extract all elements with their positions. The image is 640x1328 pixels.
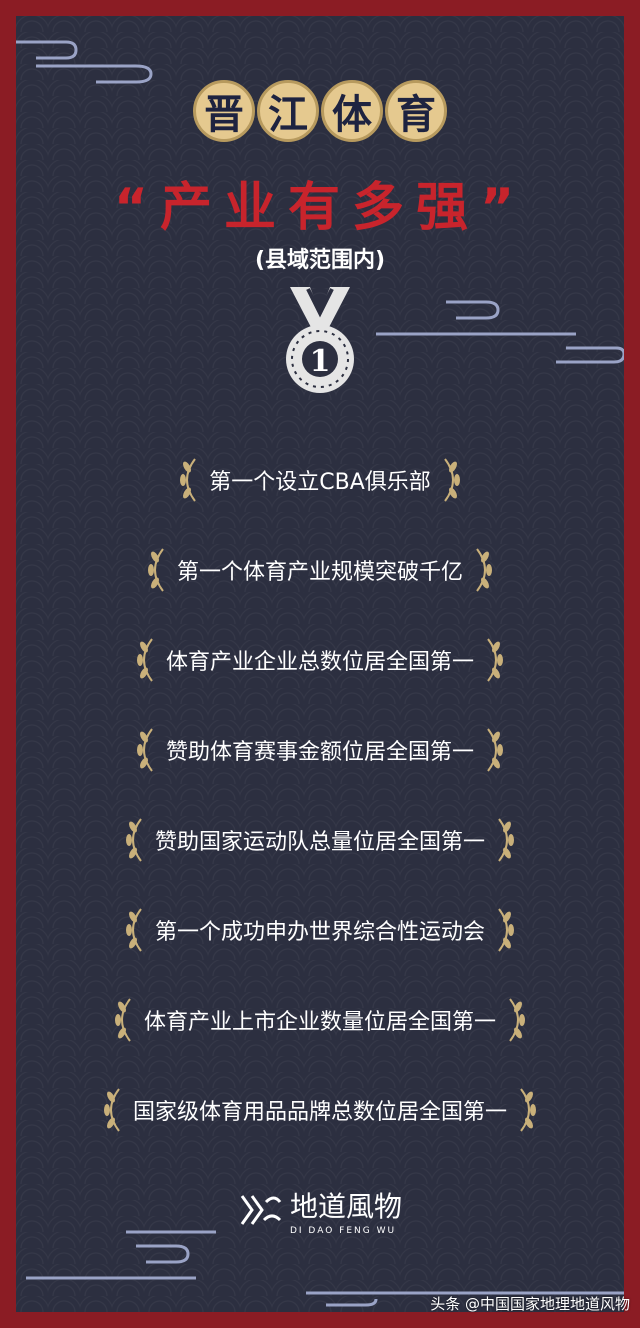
brand-pinyin: DI DAO FENG WU <box>289 1226 397 1236</box>
laurel-right-icon <box>476 548 492 592</box>
medal-icon: 1 <box>286 287 354 393</box>
laurel-left-icon <box>180 458 197 502</box>
achievement-label: 第一个设立CBA俱乐部 <box>209 470 431 495</box>
brand-mark-icon <box>240 1195 282 1225</box>
laurel-right-icon <box>443 458 460 502</box>
laurel-left-icon <box>125 908 142 952</box>
achievement-item-1: 第一个设立CBA俱乐部 <box>0 452 640 508</box>
achievement-label: 国家级体育用品品牌总数位居全国第一 <box>132 1100 507 1125</box>
achievement-label: 赞助体育赛事金额位居全国第一 <box>165 740 474 765</box>
title-char-3: 体 <box>321 80 383 142</box>
medal-number: 1 <box>310 344 331 379</box>
cloud-decoration-right <box>376 300 624 364</box>
achievement-item-4: 赞助体育赛事金额位居全国第一 <box>0 722 640 778</box>
laurel-left-icon <box>136 728 153 772</box>
source-watermark: 头条 @中国国家地理地道风物 <box>430 1295 630 1313</box>
achievement-label: 体育产业企业总数位居全国第一 <box>165 650 474 675</box>
laurel-right-icon <box>487 728 503 772</box>
achievement-label: 第一个体育产业规模突破千亿 <box>176 560 463 585</box>
cloud-decoration-top-left <box>16 40 153 84</box>
laurel-left-icon <box>136 638 153 682</box>
title-char-1: 晋 <box>193 80 255 142</box>
achievement-item-8: 国家级体育用品品牌总数位居全国第一 <box>0 1082 640 1138</box>
achievement-item-7: 体育产业上市企业数量位居全国第一 <box>0 992 640 1048</box>
laurel-left-icon <box>114 998 131 1042</box>
achievement-label: 体育产业上市企业数量位居全国第一 <box>143 1010 496 1035</box>
title-char-2: 江 <box>257 80 319 142</box>
laurel-right-icon <box>509 998 525 1042</box>
laurel-left-icon <box>147 548 164 592</box>
achievement-item-3: 体育产业企业总数位居全国第一 <box>0 632 640 688</box>
laurel-right-icon <box>498 818 514 862</box>
brand-name: 地道風物 <box>289 1190 402 1223</box>
achievement-item-6: 第一个成功申办世界综合性运动会 <box>0 902 640 958</box>
brand-logo: 地道風物 DI DAO FENG WU <box>0 1190 640 1236</box>
laurel-left-icon <box>103 1088 120 1132</box>
achievement-item-2: 第一个体育产业规模突破千亿 <box>0 542 640 598</box>
laurel-right-icon <box>487 638 503 682</box>
laurel-left-icon <box>125 818 142 862</box>
laurel-right-icon <box>498 908 514 952</box>
subtitle: “产业有多强” <box>113 178 527 238</box>
achievement-label: 赞助国家运动队总量位居全国第一 <box>154 830 485 855</box>
cloud-decoration-bottom-left <box>26 1230 216 1280</box>
achievement-label: 第一个成功申办世界综合性运动会 <box>154 920 485 945</box>
scope-note: (县域范围内) <box>254 248 386 273</box>
title-char-4: 育 <box>385 80 447 142</box>
laurel-right-icon <box>520 1088 536 1132</box>
title-badges: 晋 江 体 育 <box>0 80 640 144</box>
brand-text: 地道風物 DI DAO FENG WU <box>290 1190 402 1236</box>
achievement-item-5: 赞助国家运动队总量位居全国第一 <box>0 812 640 868</box>
